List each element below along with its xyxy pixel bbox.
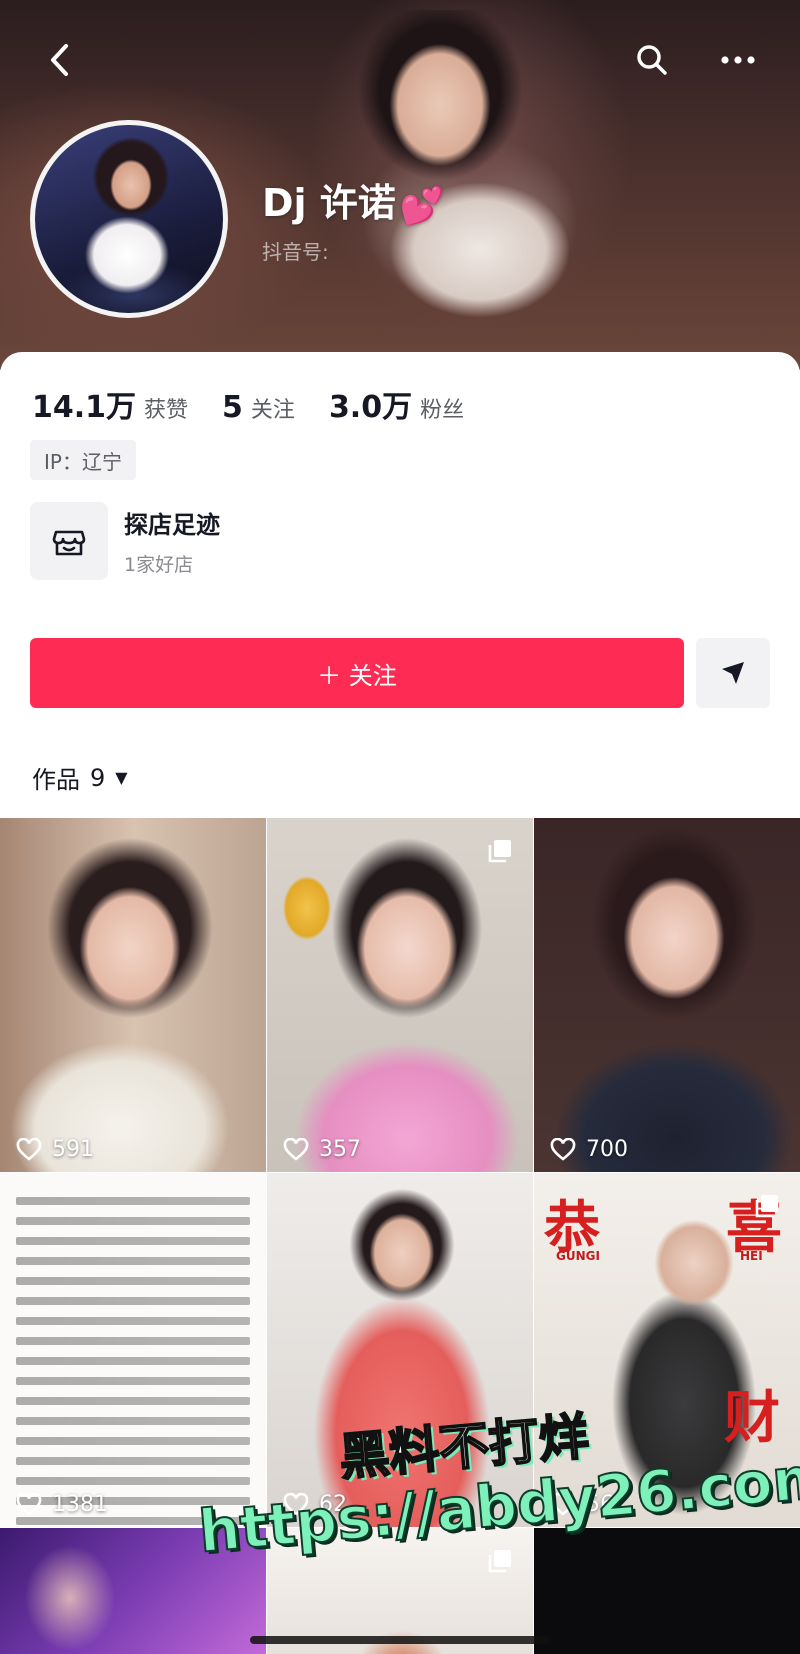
heart-emoji-icon: 💕 (399, 186, 445, 227)
profile-nickname: Dj 许诺 💕 (262, 172, 445, 227)
shop-subtitle: 1家好店 (124, 554, 194, 576)
video-likes: 357 (283, 1137, 361, 1162)
back-button[interactable] (36, 36, 84, 84)
store-icon (52, 530, 86, 556)
following-count[interactable]: 5 (222, 390, 243, 425)
tab-works[interactable]: 作品 9 ▼ (32, 760, 128, 795)
video-tile[interactable]: 591 (0, 818, 266, 1172)
likes-label: 获赞 (144, 398, 189, 423)
multi-image-icon (755, 1195, 778, 1218)
video-tile[interactable]: 357 (267, 818, 533, 1172)
video-likes-count: 591 (52, 1137, 94, 1162)
video-likes: 591 (16, 1137, 94, 1162)
avatar[interactable] (30, 120, 228, 318)
heart-outline-icon (16, 1137, 42, 1161)
share-button[interactable] (696, 638, 770, 708)
followers-label[interactable]: 粉丝 (420, 392, 464, 424)
works-count: 9 (90, 763, 106, 792)
more-button[interactable] (714, 36, 762, 84)
tile-right-latin: HEI (740, 1249, 763, 1263)
shop-title: 探店足迹 (124, 511, 220, 539)
profile-info-card: 14.1万 获赞 5 关注 3.0万 粉丝 IP：辽宁 探店足迹 1家好店 ＋ … (0, 352, 800, 822)
video-likes-count: 357 (319, 1137, 361, 1162)
tile-bottom-char: 财 (724, 1385, 780, 1451)
ip-location-tag: IP：辽宁 (30, 440, 136, 480)
chevron-left-icon (51, 44, 68, 76)
follow-button[interactable]: ＋ 关注 (30, 638, 684, 708)
multi-image-icon (488, 840, 511, 863)
works-tab-label: 作品 (32, 766, 80, 794)
video-tile[interactable] (534, 1528, 800, 1654)
video-tile[interactable]: 1381 (0, 1173, 266, 1527)
video-tile[interactable]: 700 (534, 818, 800, 1172)
douyin-id-label[interactable]: 抖音号: (262, 236, 329, 265)
search-icon (637, 45, 667, 75)
heart-outline-icon (550, 1137, 576, 1161)
heart-outline-icon (16, 1492, 42, 1516)
video-likes: 700 (550, 1137, 628, 1162)
video-likes-count: 700 (586, 1137, 628, 1162)
following-label[interactable]: 关注 (251, 392, 295, 424)
caret-down-icon: ▼ (115, 768, 128, 787)
search-button[interactable] (628, 36, 676, 84)
tile-left-latin: GUNGI (556, 1249, 600, 1263)
video-likes-count: 1381 (52, 1492, 108, 1517)
shop-text: 探店足迹 1家好店 (124, 505, 220, 577)
shop-icon-box (30, 502, 108, 580)
video-likes: 1381 (16, 1492, 108, 1517)
send-icon (722, 662, 744, 684)
multi-image-icon (488, 1550, 511, 1573)
shop-visits-entry[interactable]: 探店足迹 1家好店 (30, 502, 220, 580)
more-dots-icon (721, 56, 755, 64)
nickname-text: Dj 许诺 (262, 181, 396, 225)
likes-count: 14.1万 (32, 390, 137, 425)
followers-count[interactable]: 3.0万 (329, 382, 412, 426)
text-image-lines (16, 1185, 250, 1527)
home-indicator (250, 1636, 550, 1644)
stats-row: 14.1万 获赞 5 关注 3.0万 粉丝 (32, 382, 498, 426)
heart-outline-icon (283, 1137, 309, 1161)
